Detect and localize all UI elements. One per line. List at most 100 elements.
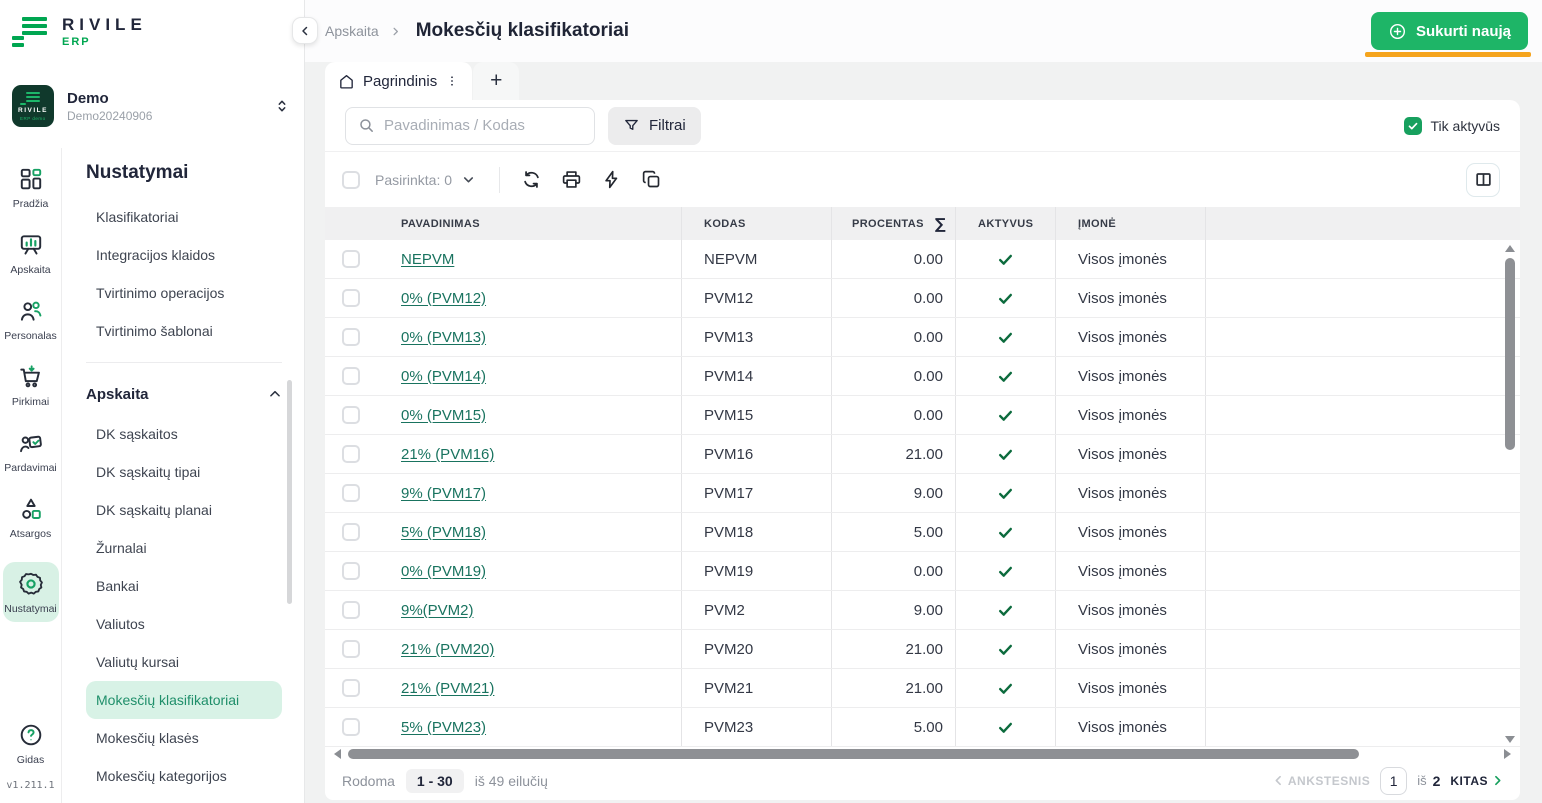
row-checkbox[interactable] <box>342 484 360 502</box>
copy-icon[interactable] <box>641 169 662 190</box>
sum-icon[interactable]: ∑ <box>935 215 946 233</box>
active-only-toggle[interactable]: Tik aktyvūs <box>1404 117 1501 135</box>
chevron-down-icon[interactable] <box>461 172 476 187</box>
column-header-kodas[interactable]: KODAS <box>681 207 831 240</box>
sidebar-item[interactable]: Klasifikatoriai <box>86 198 282 236</box>
chevron-left-icon <box>1272 774 1285 787</box>
refresh-icon[interactable] <box>521 169 542 190</box>
checkbox-checked-icon[interactable] <box>1404 117 1422 135</box>
rail-item-pradzia[interactable]: Pradžia <box>3 166 59 210</box>
check-icon <box>997 485 1014 502</box>
breadcrumb-apskaita[interactable]: Apskaita <box>325 23 379 39</box>
select-all-checkbox[interactable] <box>342 171 360 189</box>
horizontal-scroll-track[interactable] <box>348 749 1497 759</box>
sidebar-item[interactable]: Mokesčių klasės <box>86 719 282 757</box>
row-code-cell: PVM23 <box>681 708 831 746</box>
rail-item-atsargos[interactable]: Atsargos <box>3 496 59 540</box>
sidebar-item[interactable]: Valiutų kursai <box>86 643 282 681</box>
column-header-procentas[interactable]: PROCENTAS ∑ <box>831 207 955 240</box>
row-percent-cell: 0.00 <box>831 279 955 317</box>
row-checkbox[interactable] <box>342 250 360 268</box>
rail-item-gidas[interactable]: Gidas <box>3 722 59 766</box>
filters-button[interactable]: Filtrai <box>608 107 701 145</box>
row-checkbox[interactable] <box>342 562 360 580</box>
row-checkbox[interactable] <box>342 523 360 541</box>
row-name-link[interactable]: 0% (PVM19) <box>401 563 486 580</box>
column-header-aktyvus[interactable]: AKTYVUS <box>955 207 1055 240</box>
menu-section-apskaita[interactable]: Apskaita <box>86 373 282 415</box>
horizontal-scroll-thumb[interactable] <box>348 749 1359 759</box>
sidebar-item[interactable]: Tvirtinimo operacijos <box>86 274 282 312</box>
menu-scrollbar[interactable] <box>287 380 292 604</box>
sidebar-item[interactable]: Žurnalai <box>86 529 282 567</box>
row-company-cell: Visos įmonės <box>1055 708 1205 746</box>
row-name-link[interactable]: 5% (PVM18) <box>401 524 486 541</box>
row-checkbox[interactable] <box>342 406 360 424</box>
row-checkbox[interactable] <box>342 601 360 619</box>
tab-pagrindinis[interactable]: Pagrindinis <box>325 62 472 100</box>
row-name-link[interactable]: 0% (PVM14) <box>401 368 486 385</box>
scroll-left-arrow[interactable] <box>334 749 341 759</box>
create-new-button[interactable]: Sukurti naują <box>1371 12 1528 50</box>
column-header-pavadinimas[interactable]: PAVADINIMAS <box>381 207 681 240</box>
check-icon <box>997 251 1014 268</box>
sidebar-item[interactable]: Valiutos <box>86 605 282 643</box>
table-row: 0% (PVM19)PVM190.00Visos įmonės <box>325 552 1520 591</box>
sidebar-item[interactable]: DK sąskaitos <box>86 415 282 453</box>
row-name-link[interactable]: 0% (PVM15) <box>401 407 486 424</box>
row-checkbox[interactable] <box>342 640 360 658</box>
search-input[interactable] <box>384 117 582 134</box>
rail-item-nustatymai[interactable]: Nustatymai <box>3 562 59 622</box>
sidebar-item[interactable]: Integracijos klaidos <box>86 236 282 274</box>
row-name-link[interactable]: 9% (PVM17) <box>401 485 486 502</box>
scroll-right-arrow[interactable] <box>1504 749 1511 759</box>
row-name-link[interactable]: 21% (PVM16) <box>401 446 494 463</box>
showing-label: Rodoma <box>342 773 395 789</box>
sidebar-item[interactable]: DK sąskaitų tipai <box>86 453 282 491</box>
row-name-link[interactable]: 0% (PVM13) <box>401 329 486 346</box>
row-company-cell: Visos įmonės <box>1055 591 1205 629</box>
table-row: 0% (PVM12)PVM120.00Visos įmonės <box>325 279 1520 318</box>
print-icon[interactable] <box>561 169 582 190</box>
row-name-link[interactable]: 21% (PVM20) <box>401 641 494 658</box>
next-page-button[interactable]: KITAS <box>1450 774 1504 788</box>
column-header-imone[interactable]: ĮMONĖ <box>1055 207 1205 240</box>
row-checkbox[interactable] <box>342 718 360 736</box>
sidebar-item[interactable]: Mokesčių kategorijos <box>86 757 282 795</box>
horizontal-scrollbar[interactable] <box>325 747 1520 761</box>
scroll-down-arrow[interactable] <box>1505 736 1515 743</box>
row-checkbox[interactable] <box>342 328 360 346</box>
row-name-link[interactable]: 5% (PVM23) <box>401 719 486 736</box>
workspace-switcher[interactable]: RIVILEERP demo Demo Demo20240906 <box>0 80 304 132</box>
row-checkbox[interactable] <box>342 679 360 697</box>
row-name-link[interactable]: 0% (PVM12) <box>401 290 486 307</box>
row-checkbox[interactable] <box>342 445 360 463</box>
scroll-up-arrow[interactable] <box>1505 245 1515 252</box>
sidebar-item[interactable]: Tvirtinimo šablonai <box>86 312 282 350</box>
rail-item-label: Apskaita <box>10 264 50 276</box>
sidebar-collapse-button[interactable] <box>292 17 318 44</box>
rail-item-personalas[interactable]: Personalas <box>3 298 59 342</box>
tab-menu-icon[interactable] <box>445 73 459 89</box>
rail-item-apskaita[interactable]: Apskaita <box>3 232 59 276</box>
check-icon <box>997 407 1014 424</box>
vertical-scrollbar[interactable] <box>1502 245 1517 743</box>
row-name-link[interactable]: 9%(PVM2) <box>401 602 474 619</box>
row-checkbox[interactable] <box>342 367 360 385</box>
row-code-cell: PVM13 <box>681 318 831 356</box>
row-code-cell: PVM2 <box>681 591 831 629</box>
add-tab-button[interactable]: + <box>473 62 519 100</box>
rail-item-pardavimai[interactable]: Pardavimai <box>3 430 59 474</box>
sidebar-item[interactable]: Mokesčių klasifikatoriai <box>86 681 282 719</box>
previous-page-button[interactable]: ANKSTESNIS <box>1272 774 1370 788</box>
vertical-scroll-thumb[interactable] <box>1505 258 1515 450</box>
columns-settings-button[interactable] <box>1466 163 1500 197</box>
current-page-input[interactable]: 1 <box>1380 767 1407 795</box>
row-name-link[interactable]: NEPVM <box>401 251 454 268</box>
sidebar-item[interactable]: DK sąskaitų planai <box>86 491 282 529</box>
sidebar-item[interactable]: Bankai <box>86 567 282 605</box>
rail-item-pirkimai[interactable]: Pirkimai <box>3 364 59 408</box>
row-name-link[interactable]: 21% (PVM21) <box>401 680 494 697</box>
row-checkbox[interactable] <box>342 289 360 307</box>
bolt-icon[interactable] <box>601 169 622 190</box>
